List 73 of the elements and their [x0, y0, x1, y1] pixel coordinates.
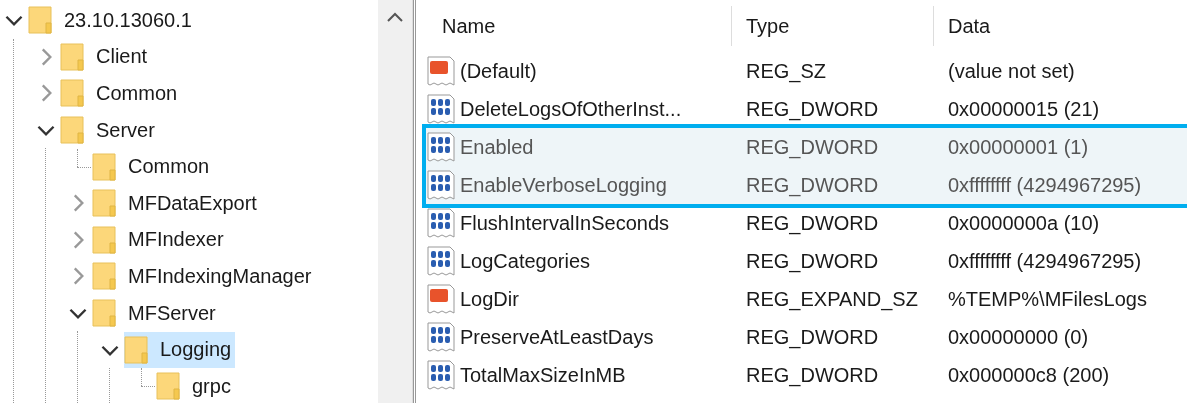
- string-value-icon: [426, 283, 456, 315]
- tree-item[interactable]: Logging: [124, 331, 236, 368]
- value-type: REG_DWORD: [745, 135, 880, 159]
- column-header[interactable]: Type: [732, 6, 934, 46]
- binary-value-icon: [426, 245, 456, 277]
- tree-item[interactable]: 23.10.13060.1: [28, 2, 196, 39]
- tree-label: MFServer: [128, 301, 216, 325]
- folder-icon: [92, 262, 118, 291]
- value-data: %TEMP%\MFilesLogs: [947, 287, 1147, 311]
- value-name: (Default): [460, 59, 537, 83]
- folder-icon: [60, 42, 86, 71]
- value-name: Enabled: [460, 135, 534, 159]
- value-type: REG_DWORD: [745, 211, 880, 235]
- column-header[interactable]: Data: [934, 14, 991, 38]
- value-type: REG_SZ: [745, 59, 828, 83]
- value-type: REG_DWORD: [745, 249, 880, 273]
- tree-label: 23.10.13060.1: [64, 8, 192, 32]
- binary-value-icon: [426, 207, 456, 239]
- folder-icon: [92, 152, 118, 181]
- folder-icon: [60, 79, 86, 108]
- folder-icon: [92, 225, 118, 254]
- value-name: TotalMaxSizeInMB: [460, 363, 626, 387]
- tree-label: Server: [96, 118, 155, 142]
- binary-value-icon: [426, 93, 456, 125]
- folder-icon: [156, 372, 182, 401]
- tree-item[interactable]: MFDataExport: [92, 185, 261, 222]
- tree-label: Common: [96, 82, 178, 105]
- value-type: REG_DWORD: [745, 173, 880, 197]
- scroll-up-icon[interactable]: [385, 10, 405, 24]
- tree-label: MFIndexer: [128, 228, 224, 252]
- folder-icon: [124, 335, 150, 364]
- value-data: 0xffffffff (4294967295): [947, 173, 1142, 197]
- value-data: 0xffffffff (4294967295): [947, 249, 1142, 273]
- value-data: 0x00000000 (0): [947, 325, 1089, 349]
- value-data: 0x000000c8 (200): [947, 363, 1110, 387]
- value-type: REG_EXPAND_SZ: [745, 287, 919, 311]
- value-type: REG_DWORD: [745, 363, 880, 387]
- tree-label: Client: [96, 45, 148, 69]
- value-name: PreserveAtLeastDays: [460, 325, 654, 349]
- value-name: LogDir: [460, 287, 519, 311]
- tree-item[interactable]: Common: [60, 75, 182, 112]
- value-data: 0x0000000a (10): [947, 211, 1100, 235]
- value-name: FlushIntervalInSeconds: [460, 211, 669, 235]
- tree-item[interactable]: grpc: [156, 368, 235, 403]
- value-name: LogCategories: [460, 249, 591, 273]
- folder-icon: [92, 189, 118, 218]
- tree-item[interactable]: MFIndexer: [92, 221, 228, 258]
- column-header[interactable]: Name: [442, 6, 496, 46]
- folder-icon: [92, 299, 118, 328]
- value-data: 0x00000015 (21): [947, 97, 1100, 121]
- tree-item[interactable]: Client: [60, 38, 152, 75]
- tree-item[interactable]: Server: [60, 112, 159, 149]
- string-value-icon: [426, 55, 456, 87]
- binary-value-icon: [426, 359, 456, 391]
- tree-item[interactable]: MFIndexingManager: [92, 258, 316, 295]
- folder-icon: [60, 116, 86, 145]
- value-data: 0x00000001 (1): [947, 135, 1089, 159]
- binary-value-icon: [426, 321, 456, 353]
- value-type: REG_DWORD: [745, 97, 880, 121]
- value-type: REG_DWORD: [745, 325, 880, 349]
- tree-item[interactable]: MFServer: [92, 295, 220, 332]
- tree-label: MFIndexingManager: [128, 264, 312, 288]
- tree-label: MFDataExport: [128, 191, 257, 215]
- value-name: EnableVerboseLogging: [460, 173, 667, 197]
- folder-icon: [28, 6, 54, 35]
- binary-value-icon: [426, 131, 456, 163]
- tree-label: grpc: [192, 374, 231, 398]
- value-name: DeleteLogsOfOtherInst...: [460, 97, 682, 121]
- binary-value-icon: [426, 169, 456, 201]
- tree-label: Common: [128, 155, 210, 179]
- value-data: (value not set): [947, 59, 1075, 83]
- tree-label: Logging: [160, 338, 232, 362]
- tree-item[interactable]: Common: [92, 148, 214, 185]
